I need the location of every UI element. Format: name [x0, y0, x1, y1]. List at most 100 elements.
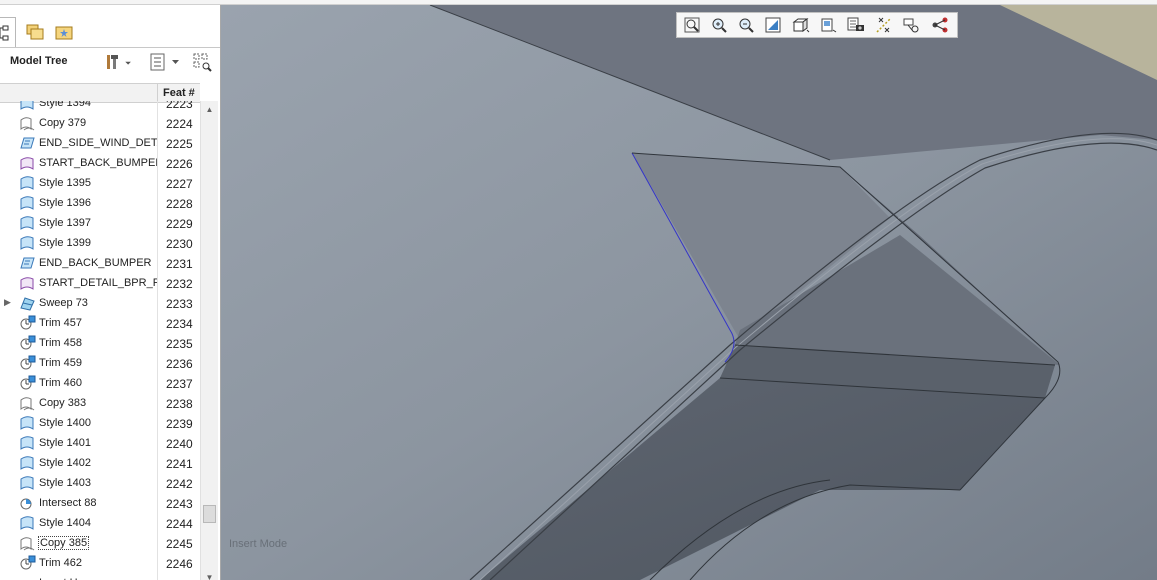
tree-row-label: START_BACK_BUMPER_	[39, 157, 157, 169]
tree-row[interactable]: END_BACK_BUMPER 2231	[0, 253, 200, 273]
display-style-button[interactable]	[790, 15, 812, 35]
group-start-icon	[19, 275, 36, 291]
tree-row[interactable]: Copy 385 2245	[0, 533, 200, 553]
tree-columns-button[interactable]	[150, 52, 182, 72]
zoom-out-icon	[739, 18, 754, 33]
tree-row-feat-number: 2234	[166, 317, 193, 331]
expand-arrow-icon[interactable]: ▶	[4, 297, 14, 307]
datum-display-icon	[876, 17, 892, 33]
zoom-out-button[interactable]	[735, 15, 757, 35]
tree-row-label: Style 1402	[39, 457, 91, 469]
tree-row-label: Copy 385	[37, 536, 90, 550]
annotation-display-button[interactable]	[901, 15, 923, 35]
column-separator	[157, 84, 158, 102]
tree-row[interactable]: Style 1397 2229	[0, 213, 200, 233]
tree-row[interactable]: Style 1399 2230	[0, 233, 200, 253]
tree-row-feat-number: 2231	[166, 257, 193, 271]
tree-row-feat-number: 2238	[166, 397, 193, 411]
copy-icon	[19, 535, 36, 551]
tree-row[interactable]: Style 1404 2244	[0, 513, 200, 533]
view-manager-button[interactable]	[845, 15, 867, 35]
repaint-button[interactable]	[762, 15, 784, 35]
tree-row[interactable]: Intersect 88 2243	[0, 493, 200, 513]
tree-row[interactable]: Copy 383 2238	[0, 393, 200, 413]
folder-browser-icon	[26, 24, 44, 40]
tree-row-label: Trim 462	[39, 557, 82, 569]
zoom-in-button[interactable]	[708, 15, 730, 35]
tree-row-label: Style 1395	[39, 177, 91, 189]
tree-row[interactable]: Trim 458 2235	[0, 333, 200, 353]
tree-row[interactable]: Copy 379 2224	[0, 113, 200, 133]
tree-row-feat-number: 2225	[166, 137, 193, 151]
saved-views-button[interactable]	[817, 15, 839, 35]
tree-row[interactable]: END_SIDE_WIND_DETAIL 2225	[0, 133, 200, 153]
group-icon	[19, 255, 36, 271]
tree-row[interactable]: Style 1400 2239	[0, 413, 200, 433]
tree-row-feat-number: 2224	[166, 117, 193, 131]
model-tree-tab[interactable]	[0, 17, 16, 48]
tree-row[interactable]: START_BACK_BUMPER_ 2226	[0, 153, 200, 173]
tree-row[interactable]: Trim 459 2236	[0, 353, 200, 373]
tree-row-label: Copy 379	[39, 117, 87, 129]
spin-center-icon	[932, 17, 948, 33]
tree-row-label: Style 1396	[39, 197, 91, 209]
refit-button[interactable]	[681, 15, 703, 35]
tree-row[interactable]: Style 1395 2227	[0, 173, 200, 193]
style-icon	[19, 475, 36, 491]
tree-row-label: Style 1400	[39, 417, 91, 429]
style-icon	[19, 175, 36, 191]
tree-vertical-scrollbar[interactable]: ▲ ▼	[200, 101, 218, 580]
scroll-thumb[interactable]	[203, 505, 216, 523]
style-icon	[19, 435, 36, 451]
tree-row-label: END_BACK_BUMPER	[39, 257, 152, 269]
tree-row-feat-number: 2228	[166, 197, 193, 211]
tree-row[interactable]: Style 1396 2228	[0, 193, 200, 213]
tree-row-feat-number: 2242	[166, 477, 193, 491]
refit-icon	[684, 17, 700, 33]
saved-views-icon	[821, 18, 837, 33]
tree-row[interactable]: Trim 457 2234	[0, 313, 200, 333]
graphics-window[interactable]: Insert Mode	[221, 5, 1157, 580]
tree-filter-button[interactable]	[192, 52, 214, 72]
datum-display-button[interactable]	[873, 15, 895, 35]
tree-column-header: Feat #	[0, 83, 200, 103]
tree-row[interactable]: Style 1401 2240	[0, 433, 200, 453]
style-icon	[19, 455, 36, 471]
trim-icon	[19, 555, 36, 571]
folder-browser-tab[interactable]	[22, 19, 48, 45]
view-toolbar	[676, 12, 958, 38]
tree-row-label: Trim 457	[39, 317, 82, 329]
tree-row[interactable]: ▶ Sweep 73 2233	[0, 293, 200, 313]
tree-row-feat-number: 2226	[166, 157, 193, 171]
tree-row-label: Style 1403	[39, 477, 91, 489]
group-icon	[19, 135, 36, 151]
tree-row-feat-number: 2239	[166, 417, 193, 431]
tree-row[interactable]: Trim 460 2237	[0, 373, 200, 393]
tree-row[interactable]: Trim 462 2246	[0, 553, 200, 573]
tree-settings-button[interactable]	[105, 52, 133, 72]
spin-center-button[interactable]	[929, 15, 951, 35]
tree-row-label: Style 1399	[39, 237, 91, 249]
annotation-display-icon	[903, 18, 919, 33]
model-tree-header: Model Tree	[0, 49, 220, 75]
tree-row-feat-number: 2223	[166, 101, 193, 111]
scroll-down-button[interactable]: ▼	[201, 569, 218, 580]
tree-row[interactable]: Insert Here	[0, 573, 200, 580]
display-style-icon	[792, 18, 810, 33]
tree-row-feat-number: 2244	[166, 517, 193, 531]
style-icon	[19, 515, 36, 531]
feat-number-header[interactable]: Feat #	[163, 87, 195, 99]
tree-row[interactable]: START_DETAIL_BPR_FA 2232	[0, 273, 200, 293]
model-tree-list: Style 1394 2223 Copy 379 2224 END_SIDE_WIND_…	[0, 101, 200, 580]
scroll-up-button[interactable]: ▲	[201, 101, 218, 117]
tools-icon	[107, 55, 131, 69]
tree-row[interactable]: Style 1402 2241	[0, 453, 200, 473]
tree-row-label: Style 1401	[39, 437, 91, 449]
favorites-tab[interactable]	[51, 19, 77, 45]
tree-row-feat-number: 2237	[166, 377, 193, 391]
trim-icon	[19, 315, 36, 331]
trim-icon	[19, 355, 36, 371]
tree-row[interactable]: Style 1394 2223	[0, 101, 200, 113]
tree-row[interactable]: Style 1403 2242	[0, 473, 200, 493]
model-geometry	[221, 5, 1157, 580]
